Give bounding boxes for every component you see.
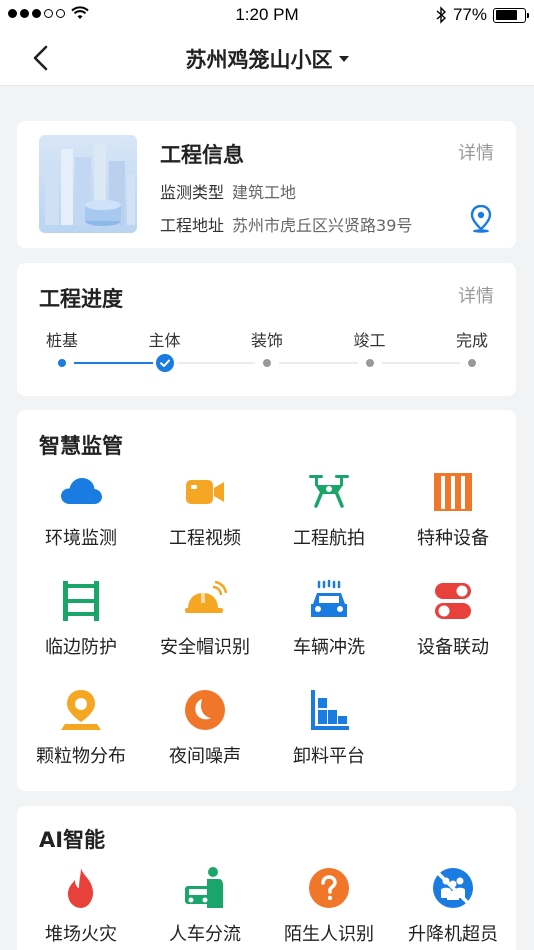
feature-label: 设备联动 (417, 637, 489, 658)
feature-label: 临边防护 (45, 637, 117, 658)
feature-item[interactable]: 环境监测 (19, 470, 143, 550)
status-bar: 1:20 PM 77% (0, 0, 534, 30)
monitor-type-row: 监测类型 建筑工地 (160, 179, 296, 203)
project-thumbnail (39, 135, 137, 233)
progress-check-icon (155, 354, 174, 372)
battery-percent: 77% (452, 5, 487, 24)
feature-label: 卸料平台 (293, 746, 365, 767)
toggle-switch-icon (431, 579, 475, 623)
progress-step-dot (58, 359, 66, 367)
monitor-type-value: 建筑工地 (232, 183, 297, 202)
ai-title: AI智能 (39, 828, 106, 852)
progress-detail-link[interactable]: 详情 (458, 282, 494, 308)
progress-step-label: 桩基 (45, 331, 78, 350)
feature-item[interactable]: 升降机超员 (391, 866, 515, 946)
feature-item[interactable]: 颗粒物分布 (19, 688, 143, 768)
feature-item[interactable]: 安全帽识别 (143, 579, 267, 659)
location-pin-icon (59, 688, 103, 732)
ai-card: AI智能 堆场火灾 人车分流 陌生人识别 升降机超员 (17, 806, 516, 950)
feature-label: 升降机超员 (408, 924, 498, 945)
feature-item[interactable]: 陌生人识别 (267, 866, 391, 946)
bluetooth-icon (436, 6, 446, 24)
drone-icon (307, 470, 351, 514)
safety-helmet-icon (183, 579, 228, 623)
feature-item[interactable]: 卸料平台 (267, 688, 391, 768)
guardrail-icon (59, 579, 103, 623)
feature-item[interactable]: 人车分流 (143, 866, 267, 946)
smart-supervision-card: 智慧监管 环境监测 工程视频 工程航拍 特种设备临边防护 安全帽识别 车辆冲洗 设备联动颗粒… (17, 410, 516, 791)
progress-connector (74, 362, 153, 364)
progress-step-dot (263, 359, 271, 367)
feature-label: 工程视频 (169, 528, 241, 549)
project-info-title: 工程信息 (160, 143, 244, 167)
moon-icon (183, 688, 227, 732)
feature-label: 车辆冲洗 (293, 637, 365, 658)
progress-step-label: 主体 (148, 331, 181, 350)
progress-title: 工程进度 (39, 287, 123, 311)
no-crowd-icon (431, 866, 475, 910)
project-detail-link[interactable]: 详情 (458, 139, 494, 165)
feature-label: 人车分流 (169, 924, 241, 945)
feature-item[interactable]: 工程航拍 (267, 470, 391, 550)
project-info-card: 工程信息 详情 监测类型 建筑工地 工程地址 苏州市虎丘区兴贤路39号 (17, 121, 516, 248)
project-address-label: 工程地址 (160, 216, 225, 235)
project-progress-card: 工程进度 详情 桩基 主体 装饰 竣工 完成 (17, 263, 516, 396)
battery-icon (493, 7, 529, 23)
feature-label: 夜间噪声 (169, 746, 241, 767)
progress-step-label: 竣工 (353, 331, 386, 350)
feature-label: 安全帽识别 (160, 637, 250, 658)
monitor-type-label: 监测类型 (160, 183, 225, 202)
feature-label: 特种设备 (417, 528, 489, 549)
feature-label: 环境监测 (45, 528, 117, 549)
feature-item[interactable]: 临边防护 (19, 579, 143, 659)
project-address-value: 苏州市虎丘区兴贤路39号 (232, 216, 413, 235)
progress-connector (176, 362, 255, 364)
feature-item[interactable]: 特种设备 (391, 470, 515, 550)
progress-stepper: 桩基 主体 装饰 竣工 完成 (17, 327, 516, 377)
smart-supervision-title: 智慧监管 (39, 434, 123, 458)
nav-bar: 苏州鸡笼山小区 (0, 30, 534, 86)
progress-step-dot (365, 359, 374, 367)
cloud-icon (59, 470, 103, 514)
car-wash-icon (307, 579, 351, 623)
feature-label: 堆场火灾 (45, 924, 117, 945)
status-right: 77% (435, 5, 529, 25)
progress-step-dot (468, 359, 476, 367)
page-title: 苏州鸡笼山小区 (185, 48, 333, 72)
fire-icon (59, 866, 103, 910)
feature-label: 颗粒物分布 (36, 746, 126, 767)
video-camera-icon (183, 470, 227, 514)
progress-connector (381, 362, 460, 364)
feature-item[interactable]: 堆场火灾 (19, 866, 143, 946)
feature-item[interactable]: 设备联动 (391, 579, 515, 659)
caret-down-icon (338, 56, 349, 62)
progress-step-label: 装饰 (250, 331, 283, 350)
person-car-icon (183, 866, 227, 910)
feature-item[interactable]: 车辆冲洗 (267, 579, 391, 659)
map-pin-icon[interactable] (470, 205, 492, 233)
equipment-cabinet-icon (431, 470, 475, 514)
feature-label: 陌生人识别 (284, 924, 374, 945)
feature-label: 工程航拍 (293, 528, 365, 549)
project-address-row: 工程地址 苏州市虎丘区兴贤路39号 (160, 212, 412, 236)
feature-item[interactable]: 夜间噪声 (143, 688, 267, 768)
feature-item[interactable]: 工程视频 (143, 470, 267, 550)
progress-step-label: 完成 (455, 331, 488, 350)
platform-chart-icon (307, 688, 351, 732)
question-icon (307, 866, 351, 910)
site-selector[interactable]: 苏州鸡笼山小区 (0, 44, 534, 74)
progress-connector (279, 362, 358, 364)
